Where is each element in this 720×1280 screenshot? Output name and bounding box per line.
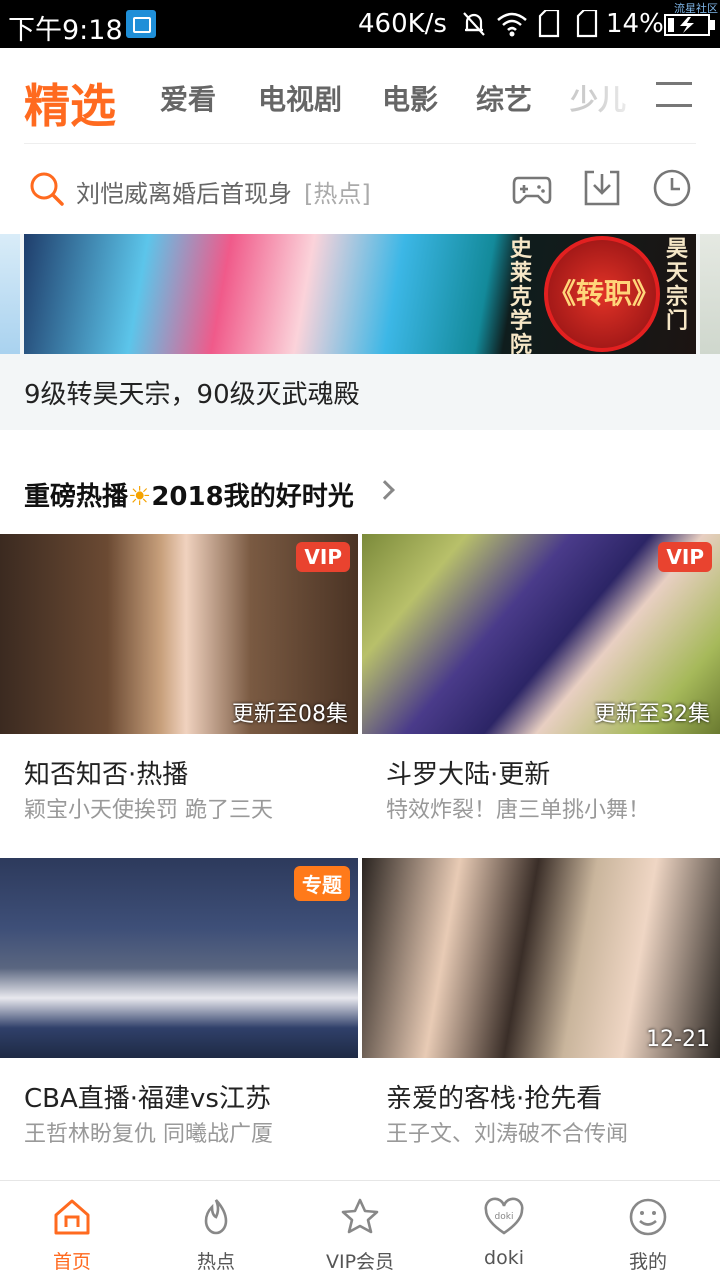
video-thumbnail[interactable]: 12-21 <box>362 858 720 1058</box>
status-time: 下午9:18 <box>8 15 123 46</box>
vip-badge: VIP <box>658 542 712 572</box>
video-subtitle: 王哲林盼复仇 同曦战广厦 <box>24 1122 273 1147</box>
home-icon <box>54 1199 90 1235</box>
search-icon[interactable] <box>28 170 66 208</box>
hamburger-icon[interactable] <box>656 82 692 108</box>
wifi-icon <box>497 12 527 37</box>
banner-left-vertical-text: 史莱克学院 <box>510 237 533 355</box>
nav-hot-label: 热点 <box>196 1251 235 1273</box>
network-speed: 460K/s <box>358 9 447 39</box>
banner-prev-peek <box>0 234 20 354</box>
game-controller-icon[interactable] <box>512 168 552 208</box>
section-title-main: 重磅热播 <box>24 482 129 512</box>
sun-icon: ☀ <box>128 482 152 512</box>
episode-label: 更新至32集 <box>594 702 710 727</box>
search-input[interactable]: 刘恺威离婚后首现身 <box>76 174 292 209</box>
search-row: 刘恺威离婚后首现身 [热点] <box>0 144 720 232</box>
sim2-icon <box>576 10 598 38</box>
nav-hot[interactable]: 热点 <box>144 1181 288 1280</box>
search-hot-tag: [热点] <box>304 180 371 208</box>
nav-doki-label: doki <box>484 1247 524 1269</box>
nav-doki[interactable]: doki doki <box>432 1181 576 1280</box>
nav-me-label: 我的 <box>628 1251 667 1273</box>
tab-watching[interactable]: 爱看 <box>160 78 216 118</box>
tab-tv-series[interactable]: 电视剧 <box>258 78 342 118</box>
vip-crown-icon <box>341 1198 379 1234</box>
episode-label: 更新至08集 <box>232 702 348 727</box>
mute-bell-icon <box>463 12 485 36</box>
nav-home[interactable]: 首页 <box>0 1181 144 1280</box>
battery-charging-icon <box>664 14 715 36</box>
top-nav: 精选 爱看 电视剧 电影 综艺 少儿 <box>0 48 720 144</box>
video-title[interactable]: CBA直播·福建vs江苏 <box>24 1078 271 1115</box>
flame-icon <box>204 1199 228 1235</box>
vip-badge: VIP <box>296 542 350 572</box>
download-icon[interactable] <box>582 168 622 208</box>
tab-movies[interactable]: 电影 <box>382 78 438 118</box>
banner-carousel[interactable]: 史莱克学院 《转职》 昊天宗门 9级转昊天宗，90级灭武魂殿 <box>0 234 720 430</box>
video-title[interactable]: 知否知否·热播 <box>24 754 188 791</box>
video-subtitle: 王子文、刘涛破不合传闻 <box>386 1122 629 1147</box>
banner-image[interactable]: 史莱克学院 《转职》 昊天宗门 <box>24 234 696 354</box>
battery-percent: 14% <box>606 9 664 39</box>
section-title-sub: 2018我的好时光 <box>151 482 354 512</box>
bottom-nav: 首页 热点 VIP会员 doki doki 我的 <box>0 1180 720 1280</box>
history-clock-icon[interactable] <box>652 168 692 208</box>
nav-vip-label: VIP会员 <box>325 1251 395 1273</box>
banner-right-vertical-text: 昊天宗门 <box>666 237 689 334</box>
tab-fade-mask <box>590 68 650 128</box>
sim1-icon <box>538 10 560 38</box>
status-bar: 下午9:18 460K/s 14% 流星社区 <box>0 0 720 48</box>
video-thumbnail[interactable]: VIP 更新至08集 <box>0 534 358 734</box>
nav-home-label: 首页 <box>52 1251 91 1273</box>
section-title[interactable]: 重磅热播☀2018我的好时光 <box>24 476 354 513</box>
smile-face-icon <box>629 1198 667 1236</box>
banner-caption[interactable]: 9级转昊天宗，90级灭武魂殿 <box>24 374 360 411</box>
video-thumbnail[interactable]: VIP 更新至32集 <box>362 534 720 734</box>
screenshot-icon <box>126 10 156 38</box>
video-subtitle: 特效炸裂！唐三单挑小舞！ <box>386 798 651 823</box>
tab-variety[interactable]: 综艺 <box>476 78 532 118</box>
watermark: 流星社区 <box>674 2 718 15</box>
tab-featured[interactable]: 精选 <box>24 70 116 136</box>
episode-label: 12-21 <box>646 1027 710 1052</box>
banner-next-peek <box>700 234 720 354</box>
video-title[interactable]: 亲爱的客栈·抢先看 <box>386 1078 602 1115</box>
nav-vip[interactable]: VIP会员 <box>288 1181 432 1280</box>
video-title[interactable]: 斗罗大陆·更新 <box>386 754 550 791</box>
doki-heart-icon: doki <box>484 1197 524 1235</box>
nav-me[interactable]: 我的 <box>576 1181 720 1280</box>
video-thumbnail[interactable]: 专题 <box>0 858 358 1058</box>
banner-seal: 《转职》 <box>544 236 660 352</box>
topic-badge: 专题 <box>294 866 350 901</box>
video-subtitle: 颖宝小天使挨罚 跪了三天 <box>24 798 273 823</box>
chevron-right-icon[interactable] <box>375 480 395 500</box>
svg-text:doki: doki <box>495 1212 514 1222</box>
